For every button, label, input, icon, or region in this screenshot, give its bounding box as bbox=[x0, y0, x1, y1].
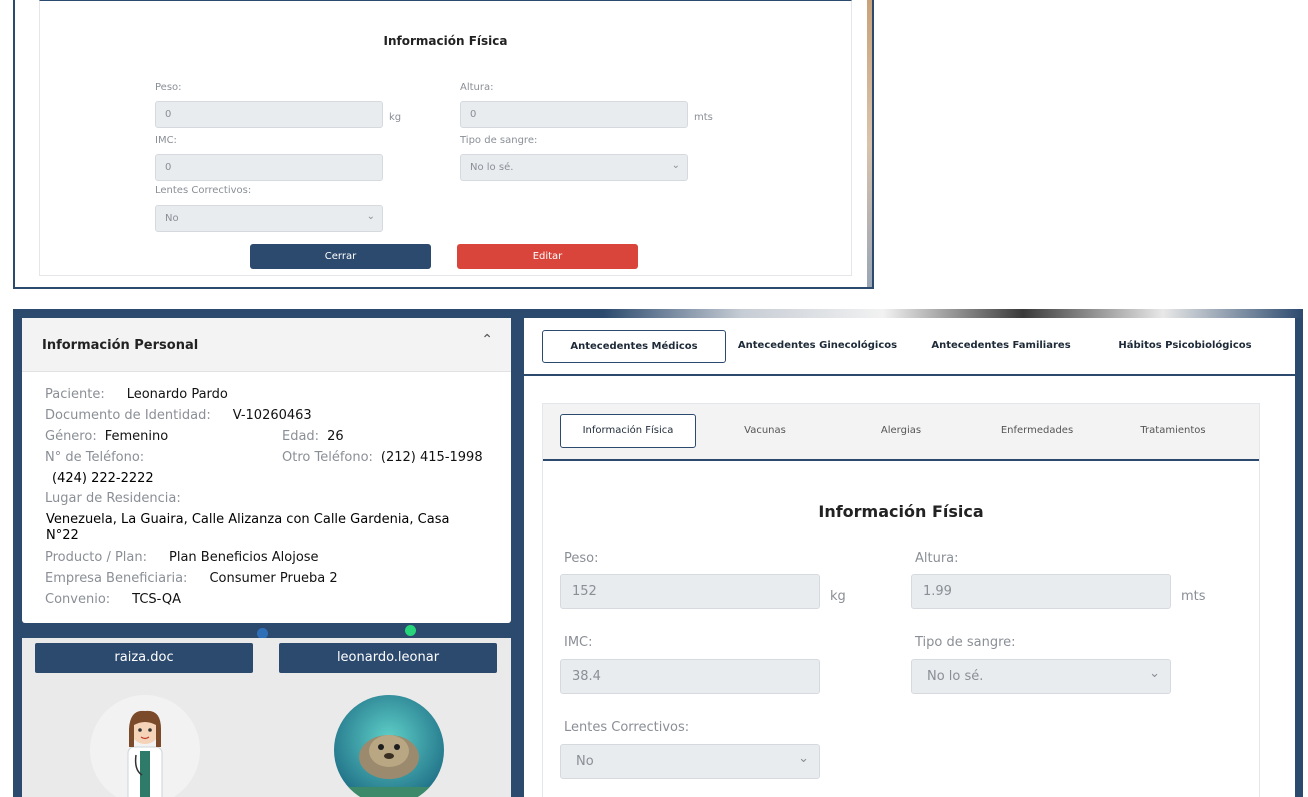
personal-info-title: Información Personal bbox=[42, 338, 199, 353]
peso-label: Peso: bbox=[155, 82, 182, 93]
genero-value: Femenino bbox=[104, 429, 169, 444]
plan-row: Producto / Plan: Plan Beneficios Alojose bbox=[45, 550, 319, 565]
patient-status-dot bbox=[405, 625, 416, 636]
sangre-select-value: No lo sé. bbox=[470, 162, 514, 173]
edad-label: Edad: bbox=[282, 429, 320, 444]
telefono-value: (424) 222-2222 bbox=[52, 471, 154, 486]
section-title: Información Física bbox=[818, 502, 984, 521]
altura-unit: mts bbox=[694, 112, 713, 123]
tab-antecedentes-medicos[interactable]: Antecedentes Médicos bbox=[542, 330, 726, 363]
altura-input[interactable]: 1.99 bbox=[911, 574, 1171, 609]
telefono-row: N° de Teléfono: bbox=[45, 450, 144, 465]
residencia-value: Venezuela, La Guaira, Calle Alizanza con… bbox=[46, 512, 450, 543]
sangre-select-value: No lo sé. bbox=[927, 669, 984, 684]
tab-antecedentes-ginecologicos[interactable]: Antecedentes Ginecológicos bbox=[736, 340, 899, 351]
convenio-label: Convenio: bbox=[45, 592, 111, 607]
imc-input[interactable]: 38.4 bbox=[560, 659, 820, 694]
background-photo-strip bbox=[603, 309, 1303, 318]
personal-info-header[interactable]: Información Personal ⌃ bbox=[22, 318, 511, 372]
tab-vacunas[interactable]: Vacunas bbox=[713, 425, 817, 436]
altura-unit: mts bbox=[1181, 589, 1206, 604]
altura-input[interactable]: 0 bbox=[460, 101, 688, 128]
edad-value: 26 bbox=[327, 429, 344, 444]
otro-telefono-value: (212) 415-1998 bbox=[380, 450, 483, 465]
background-photo-strip bbox=[867, 0, 872, 287]
lentes-label: Lentes Correctivos: bbox=[155, 185, 252, 196]
bottom-patient-view: Información Personal ⌃ Paciente: Leonardo… bbox=[13, 309, 1303, 797]
documento-value: V-10260463 bbox=[232, 408, 312, 423]
altura-label: Altura: bbox=[460, 82, 494, 93]
paciente-row: Paciente: Leonardo Pardo bbox=[45, 387, 228, 402]
chevron-up-icon[interactable]: ⌃ bbox=[481, 332, 493, 348]
lentes-select-value: No bbox=[576, 754, 594, 769]
altura-label: Altura: bbox=[915, 551, 959, 566]
imc-input[interactable]: 0 bbox=[155, 154, 383, 181]
sangre-select[interactable]: No lo sé. bbox=[911, 657, 1171, 694]
peso-unit: kg bbox=[830, 589, 846, 604]
sangre-label: Tipo de sangre: bbox=[915, 635, 1016, 650]
tab-enfermedades[interactable]: Enfermedades bbox=[985, 425, 1089, 436]
peso-unit: kg bbox=[389, 112, 402, 123]
otro-telefono-label: Otro Teléfono: bbox=[282, 450, 373, 465]
peso-label: Peso: bbox=[564, 551, 599, 566]
lentes-select[interactable]: No bbox=[155, 204, 383, 232]
lentes-select[interactable]: No bbox=[560, 742, 820, 779]
physical-info-card: Información Física Peso: 0 kg Altura: 0 … bbox=[39, 0, 852, 276]
doctor-avatar bbox=[90, 695, 200, 797]
imc-label: IMC: bbox=[155, 135, 177, 146]
tab-antecedentes-familiares[interactable]: Antecedentes Familiares bbox=[924, 340, 1078, 351]
medical-history-panel: Antecedentes Médicos Antecedentes Gineco… bbox=[524, 318, 1295, 797]
lentes-label: Lentes Correctivos: bbox=[564, 720, 690, 735]
genero-row: Género: Femenino bbox=[45, 429, 168, 444]
plan-value: Plan Beneficios Alojose bbox=[169, 550, 319, 565]
tab-tratamientos[interactable]: Tratamientos bbox=[1121, 425, 1225, 436]
documento-label: Documento de Identidad: bbox=[45, 408, 211, 423]
card-title: Información Física bbox=[383, 34, 508, 48]
lentes-select-value: No bbox=[165, 213, 179, 224]
plan-label: Producto / Plan: bbox=[45, 550, 147, 565]
documento-row: Documento de Identidad: V-10260463 bbox=[45, 408, 312, 423]
sangre-label: Tipo de sangre: bbox=[460, 135, 538, 146]
convenio-value: TCS-QA bbox=[132, 592, 181, 607]
paciente-value: Leonardo Pardo bbox=[126, 387, 228, 402]
imc-label: IMC: bbox=[564, 635, 593, 650]
doctor-illustration-icon bbox=[127, 710, 163, 797]
empresa-value: Consumer Prueba 2 bbox=[209, 571, 338, 586]
cerrar-button[interactable]: Cerrar bbox=[250, 244, 431, 269]
sangre-select[interactable]: No lo sé. bbox=[460, 153, 688, 181]
patient-avatar bbox=[334, 695, 444, 797]
empresa-label: Empresa Beneficiaria: bbox=[45, 571, 188, 586]
empresa-row: Empresa Beneficiaria: Consumer Prueba 2 bbox=[45, 571, 338, 586]
tab-alergias[interactable]: Alergias bbox=[849, 425, 953, 436]
editar-button[interactable]: Editar bbox=[457, 244, 638, 269]
tab-informacion-fisica[interactable]: Información Física bbox=[560, 414, 696, 448]
physical-info-section: Información Física Vacunas Alergias Enfe… bbox=[542, 403, 1260, 797]
subsection-tabs: Información Física Vacunas Alergias Enfe… bbox=[543, 404, 1259, 461]
edad-row: Edad: 26 bbox=[282, 429, 344, 444]
participants-card: raiza.doc leonardo.leonar bbox=[22, 638, 511, 797]
patient-username-button[interactable]: leonardo.leonar bbox=[279, 643, 497, 673]
sea-lion-photo-icon bbox=[334, 695, 444, 797]
tab-habitos-psicobiologicos[interactable]: Hábitos Psicobiológicos bbox=[1104, 340, 1266, 351]
personal-info-card: Información Personal ⌃ Paciente: Leonardo… bbox=[22, 318, 511, 623]
top-physical-info-modal: Información Física Peso: 0 kg Altura: 0 … bbox=[13, 0, 874, 289]
telefono-label: N° de Teléfono: bbox=[45, 450, 145, 465]
genero-label: Género: bbox=[45, 429, 97, 444]
history-tabs: Antecedentes Médicos Antecedentes Gineco… bbox=[524, 318, 1295, 376]
residencia-label: Lugar de Residencia: bbox=[45, 491, 181, 506]
doctor-username-button[interactable]: raiza.doc bbox=[35, 643, 253, 673]
peso-input[interactable]: 152 bbox=[560, 574, 820, 609]
otro-telefono-row: Otro Teléfono: (212) 415-1998 bbox=[282, 450, 483, 465]
peso-input[interactable]: 0 bbox=[155, 101, 383, 128]
paciente-label: Paciente: bbox=[45, 387, 105, 402]
convenio-row: Convenio: TCS-QA bbox=[45, 592, 181, 607]
